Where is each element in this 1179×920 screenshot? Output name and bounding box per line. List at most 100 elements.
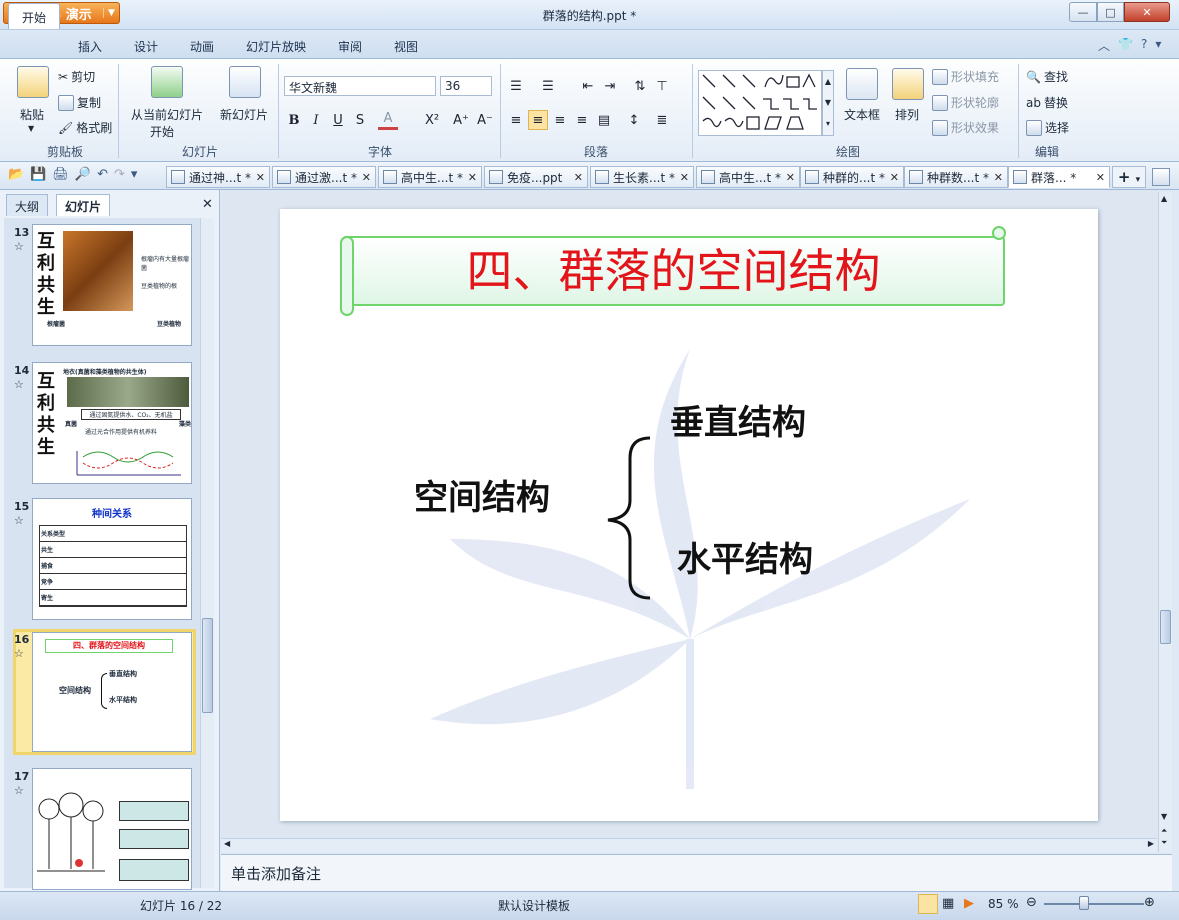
distribute-icon[interactable]: ▤ bbox=[594, 110, 614, 130]
scroll-thumb[interactable] bbox=[202, 618, 213, 713]
line-spacing-icon[interactable]: ↕ bbox=[624, 110, 644, 130]
columns-icon[interactable]: ≣ bbox=[652, 110, 672, 130]
scroll-right-icon[interactable]: ▶ bbox=[1148, 839, 1154, 848]
close-icon[interactable]: ✕ bbox=[786, 171, 795, 184]
slide-bottom-item[interactable]: 水平结构 bbox=[677, 532, 813, 581]
from-current-button[interactable]: 从当前幻灯片 bbox=[131, 106, 203, 123]
paste-icon[interactable] bbox=[17, 66, 49, 98]
decrease-indent-icon[interactable]: ⇤ bbox=[578, 76, 598, 96]
collapse-ribbon-icon[interactable]: ︿ bbox=[1098, 37, 1110, 54]
shape-effect-button[interactable]: 形状效果 bbox=[932, 119, 999, 136]
align-center-icon[interactable]: ≡ bbox=[528, 110, 548, 130]
normal-view-icon[interactable] bbox=[918, 894, 938, 914]
text-direction-icon[interactable]: ⇅ bbox=[630, 76, 650, 96]
doc-tab[interactable]: 通过神...t * ✕ bbox=[166, 166, 270, 188]
help-icon[interactable]: ? bbox=[1141, 37, 1147, 54]
tab-slideshow[interactable]: 幻灯片放映 bbox=[246, 38, 306, 55]
select-button[interactable]: 选择 bbox=[1026, 119, 1069, 136]
format-painter-button[interactable]: 🖌 格式刷 bbox=[58, 119, 112, 136]
close-icon[interactable]: ✕ bbox=[994, 171, 1003, 184]
customize-toolbar-icon[interactable]: ▾ bbox=[131, 167, 138, 182]
zoom-slider-thumb[interactable] bbox=[1079, 896, 1089, 910]
bullets-icon[interactable]: ☰ bbox=[506, 76, 526, 96]
tab-slides[interactable]: 幻灯片 bbox=[56, 194, 111, 216]
superscript-button[interactable]: X² bbox=[420, 110, 444, 130]
main-horizontal-scrollbar[interactable]: ◀ ▶ bbox=[221, 838, 1157, 852]
shape-outline-button[interactable]: 形状轮廓 bbox=[932, 94, 999, 111]
slideshow-icon[interactable]: ▶ bbox=[964, 896, 974, 911]
doc-tab[interactable]: 通过激...t * ✕ bbox=[272, 166, 376, 188]
print-preview-icon[interactable]: 🔎 bbox=[75, 167, 91, 182]
slide-thumbnail-15[interactable]: 种间关系 关系类型 共生 捕食 竞争 寄生 bbox=[32, 498, 192, 620]
underline-button[interactable]: U bbox=[328, 110, 348, 130]
close-icon[interactable]: ✕ bbox=[890, 171, 899, 184]
chevron-down-icon[interactable]: ▼ bbox=[28, 124, 34, 133]
slide-title[interactable]: 四、群落的空间结构 bbox=[342, 240, 1005, 302]
arrange-icon[interactable] bbox=[892, 68, 924, 100]
print-icon[interactable]: 🖨 bbox=[52, 167, 69, 182]
slide-thumbnail-17[interactable] bbox=[32, 768, 192, 890]
shapes-gallery-scroll[interactable]: ▲ ▼ ▾ bbox=[822, 70, 834, 136]
new-tab-button[interactable]: + ▾ bbox=[1112, 166, 1146, 188]
doc-tab[interactable]: 高中生...t * ✕ bbox=[378, 166, 482, 188]
slide-thumbnail-13[interactable]: 互利共生 根瘤内有大量根瘤菌 豆类植物的根 根瘤菌 豆类植物 bbox=[32, 224, 192, 346]
scroll-left-icon[interactable]: ◀ bbox=[224, 839, 230, 848]
notes-pane[interactable]: 单击添加备注 bbox=[221, 854, 1172, 891]
replace-button[interactable]: ab 替换 bbox=[1026, 94, 1068, 111]
zoom-out-icon[interactable]: ⊖ bbox=[1026, 895, 1037, 910]
font-color-button[interactable]: A bbox=[378, 110, 398, 130]
chevron-down-icon[interactable]: ▾ bbox=[1155, 37, 1161, 54]
previous-slide-icon[interactable]: ⏶ bbox=[1161, 826, 1167, 836]
slide-thumbnail-14[interactable]: 互利共生 地衣(真菌和藻类植物的共生体) 通过固氮提供水、CO₂、无机盐 真菌 … bbox=[32, 362, 192, 484]
zoom-level[interactable]: 85 % bbox=[988, 897, 1019, 911]
shapes-gallery[interactable] bbox=[698, 70, 822, 136]
window-switch-icon[interactable] bbox=[1152, 168, 1170, 186]
tab-home[interactable]: 开始 bbox=[8, 3, 60, 29]
tab-insert[interactable]: 插入 bbox=[78, 38, 102, 55]
tab-outline[interactable]: 大纲 bbox=[6, 194, 49, 216]
close-icon[interactable]: ✕ bbox=[362, 171, 371, 184]
tab-design[interactable]: 设计 bbox=[134, 38, 158, 55]
panel-scrollbar[interactable] bbox=[200, 218, 214, 888]
skin-icon[interactable]: 👕 bbox=[1118, 37, 1133, 54]
maximize-button[interactable]: □ bbox=[1097, 2, 1124, 22]
shrink-font-button[interactable]: A⁻ bbox=[474, 110, 496, 130]
close-icon[interactable]: ✕ bbox=[256, 171, 265, 184]
scroll-up-icon[interactable]: ▲ bbox=[1161, 194, 1167, 203]
doc-tab[interactable]: 免疫...ppt ✕ bbox=[484, 166, 588, 188]
close-icon[interactable]: ✕ bbox=[1096, 171, 1105, 184]
start-label[interactable]: 开始 bbox=[150, 123, 174, 140]
doc-tab[interactable]: 生长素...t * ✕ bbox=[590, 166, 694, 188]
doc-tab[interactable]: 种群数...t * ✕ bbox=[904, 166, 1008, 188]
slide-top-item[interactable]: 垂直结构 bbox=[670, 395, 806, 444]
increase-indent-icon[interactable]: ⇥ bbox=[600, 76, 620, 96]
play-from-current-icon[interactable] bbox=[151, 66, 183, 98]
doc-tab-active[interactable]: 群落... * ✕ bbox=[1008, 166, 1110, 188]
open-folder-icon[interactable]: 📂 bbox=[8, 167, 24, 182]
shape-fill-button[interactable]: 形状填充 bbox=[932, 68, 999, 85]
align-left-icon[interactable]: ≡ bbox=[506, 110, 526, 130]
doc-tab[interactable]: 高中生...t * ✕ bbox=[696, 166, 800, 188]
paste-button[interactable]: 粘贴 bbox=[20, 106, 44, 123]
close-icon[interactable]: ✕ bbox=[574, 171, 583, 184]
new-slide-button[interactable]: 新幻灯片 bbox=[220, 106, 268, 123]
close-icon[interactable]: ✕ bbox=[468, 171, 477, 184]
tab-animation[interactable]: 动画 bbox=[190, 38, 214, 55]
copy-button[interactable]: 复制 bbox=[58, 94, 101, 111]
main-vertical-scrollbar[interactable]: ▲ ▼ ⏶ ⏷ bbox=[1158, 192, 1172, 852]
align-right-icon[interactable]: ≡ bbox=[550, 110, 570, 130]
align-text-icon[interactable]: ⊤ bbox=[652, 76, 672, 96]
textbox-button[interactable]: 文本框 bbox=[844, 106, 880, 123]
find-button[interactable]: 🔍 查找 bbox=[1026, 68, 1068, 85]
save-icon[interactable]: 💾 bbox=[30, 167, 46, 182]
close-icon[interactable]: ✕ bbox=[680, 171, 689, 184]
bold-button[interactable]: B bbox=[284, 110, 304, 130]
font-family-select[interactable]: 华文新魏 bbox=[284, 76, 436, 96]
new-slide-icon[interactable] bbox=[229, 66, 261, 98]
arrange-button[interactable]: 排列 bbox=[895, 106, 919, 123]
undo-icon[interactable]: ↶ bbox=[97, 167, 108, 182]
scroll-thumb[interactable] bbox=[1160, 610, 1171, 644]
slide-sorter-icon[interactable]: ▦ bbox=[942, 896, 954, 911]
cut-button[interactable]: ✂ 剪切 bbox=[58, 68, 95, 85]
zoom-in-icon[interactable]: ⊕ bbox=[1144, 895, 1155, 910]
